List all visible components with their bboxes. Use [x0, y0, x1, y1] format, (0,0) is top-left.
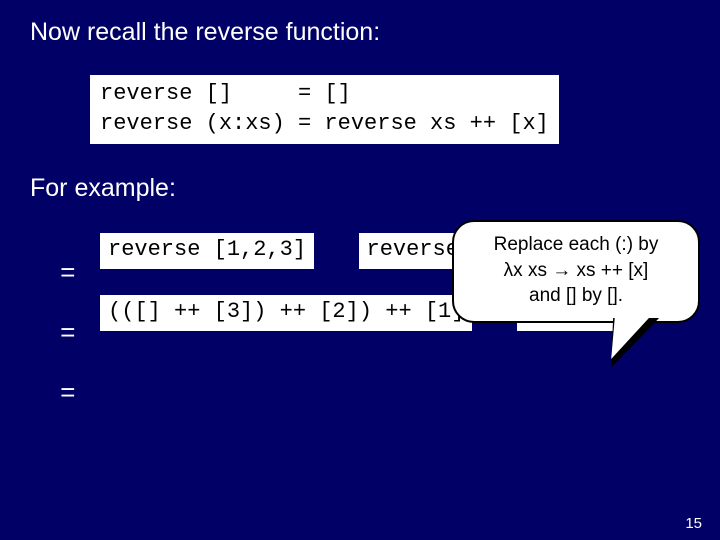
explanation-callout: Replace each (:) by λx xs → xs ++ [x] an… [452, 220, 700, 323]
equals-1: = [60, 259, 76, 289]
callout-line-3: and [] by []. [466, 283, 686, 309]
equals-3: = [60, 379, 76, 409]
callout-line-2: λx xs → xs ++ [x] [466, 258, 686, 284]
equals-2: = [60, 319, 76, 349]
slide-title: Now recall the reverse function: [30, 18, 690, 47]
for-example-heading: For example: [30, 174, 690, 203]
slide-number: 15 [685, 515, 702, 532]
step-1: reverse [1,2,3] [100, 233, 314, 269]
callout-line-1: Replace each (:) by [466, 232, 686, 258]
slide: Now recall the reverse function: reverse… [0, 0, 720, 540]
reverse-definition-code: reverse [] = [] reverse (x:xs) = reverse… [90, 75, 559, 144]
step-3: (([] ++ [3]) ++ [2]) ++ [1] [100, 295, 472, 331]
